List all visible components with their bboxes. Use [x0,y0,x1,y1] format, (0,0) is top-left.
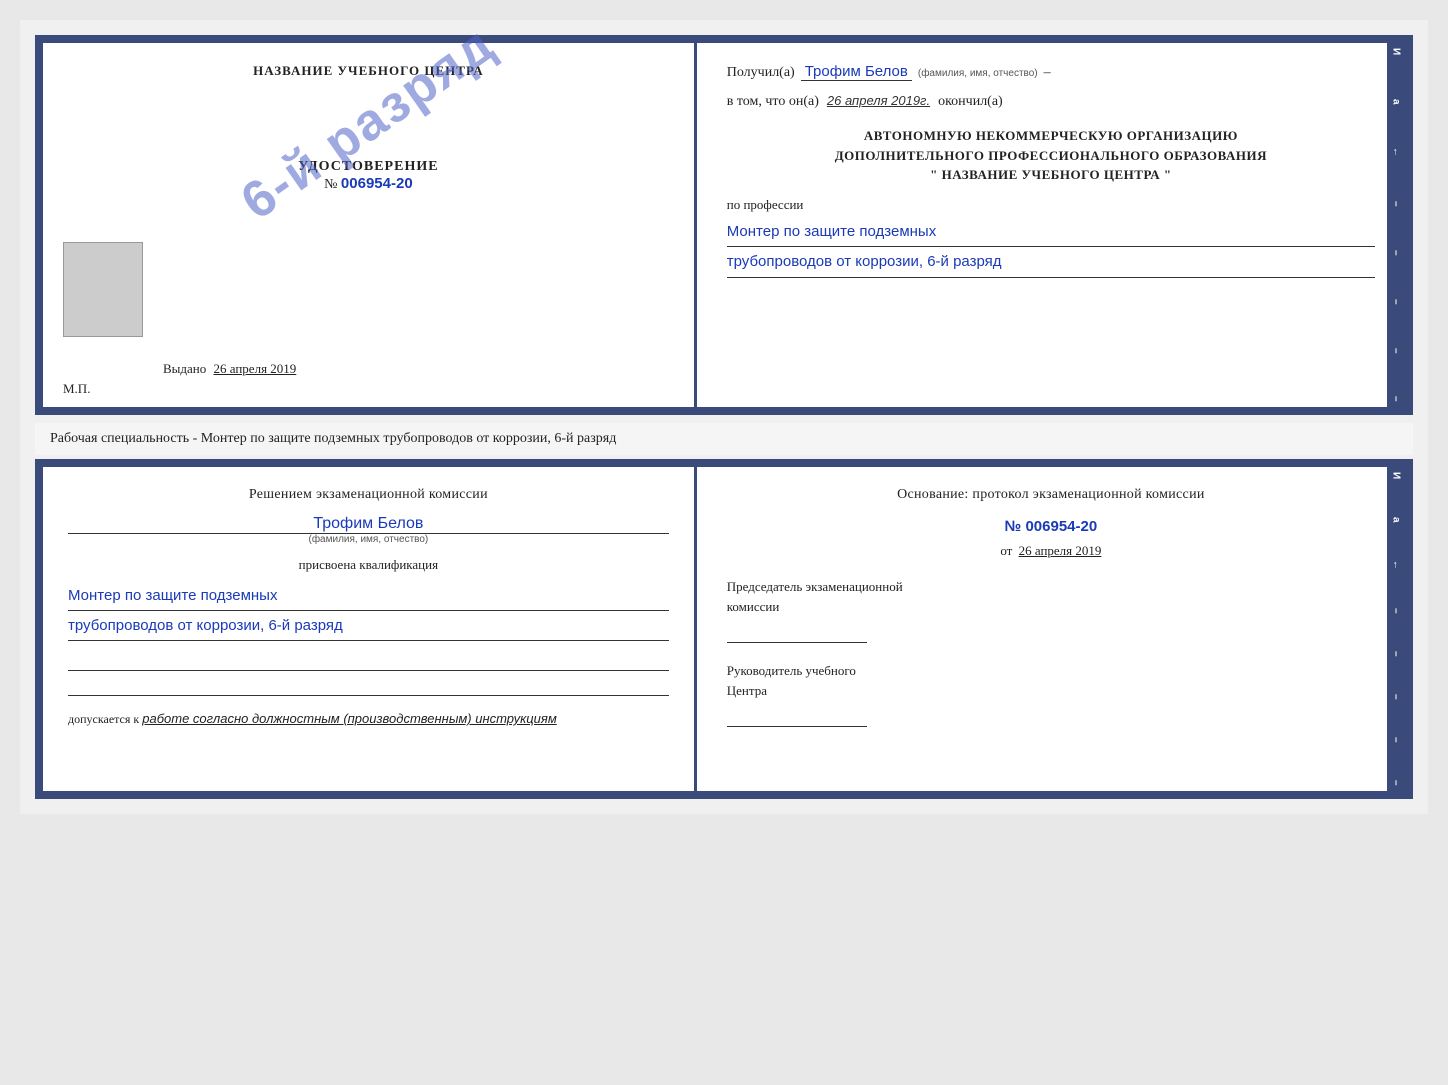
rukovoditel-block: Руководитель учебного Центра [727,663,1375,727]
empty-line-2 [68,676,669,696]
deco-letter-a: а [1390,99,1401,105]
profession-line1: Монтер по защите подземных [727,217,1375,248]
rukovoditel-signature-line [727,703,867,727]
vydano-prefix: Выдано [163,361,206,376]
deco-letter-arrow: ← [1390,147,1401,157]
rukovoditel-label-2: Центра [727,683,1375,699]
prisvoena-text: присвоена квалификация [68,557,669,573]
org-text-block: АВТОНОМНУЮ НЕКОММЕРЧЕСКУЮ ОРГАНИЗАЦИЮ ДО… [727,126,1375,185]
page-wrapper: НАЗВАНИЕ УЧЕБНОГО ЦЕНТРА 6-й разряд УДОС… [20,20,1428,814]
protocol-date-prefix: от [1000,543,1012,558]
vydano-date: 26 апреля 2019 [214,361,297,376]
deco-letter-a-b: а [1390,517,1401,523]
org-line2: ДОПОЛНИТЕЛЬНОГО ПРОФЕССИОНАЛЬНОГО ОБРАЗО… [727,146,1375,166]
cert-right: Получил(а) Трофим Белов (фамилия, имя, о… [697,43,1405,407]
middle-text: Рабочая специальность - Монтер по защите… [35,423,1413,455]
deco-letter-dash1: – [1390,201,1401,207]
vtom-prefix: в том, что он(а) [727,94,819,110]
qualification-line1: Монтер по защите подземных [68,581,669,611]
deco-letter-dash2: – [1390,250,1401,256]
qualification-line2: трубопроводов от коррозии, 6-й разряд [68,611,669,641]
right-side-deco-bottom: И а ← – – – – – [1387,467,1405,791]
cert-number: 006954-20 [341,175,413,192]
deco-letter-dash2-b: – [1390,651,1401,657]
komissia-title: Решением экзаменационной комиссии [68,487,669,503]
photo-placeholder [63,242,143,337]
protocol-date: от 26 апреля 2019 [727,543,1375,559]
certificate-top: НАЗВАНИЕ УЧЕБНОГО ЦЕНТРА 6-й разряд УДОС… [35,35,1413,415]
fio-sublabel-top: (фамилия, имя, отчество) [918,68,1038,79]
vydano-line: Выдано 26 апреля 2019 [163,361,296,377]
fio-handwritten-top: Трофим Белов [801,63,912,81]
deco-letter-dash4: – [1390,348,1401,354]
cert-number-block: УДОСТОВЕРЕНИЕ № 006954-20 [298,159,438,193]
okonchil-text: окончил(а) [938,94,1003,110]
protocol-date-value: 26 апреля 2019 [1019,543,1102,558]
number-prefix: № [324,177,337,192]
fio-handwritten-bottom: Трофим Белов [68,515,669,534]
middle-text-content: Рабочая специальность - Монтер по защите… [50,431,616,446]
deco-letter-dash3-b: – [1390,694,1401,700]
empty-lines [68,651,669,696]
dopuskaetsya-text: работе согласно должностным (производств… [142,711,557,726]
stamp-diagonal: 6-й разряд [231,14,506,232]
profession-label: по профессии [727,197,1375,213]
cert-date-top: 26 апреля 2019г. [827,93,930,108]
deco-letter-i-b: И [1390,472,1401,479]
org-line3: " НАЗВАНИЕ УЧЕБНОГО ЦЕНТРА " [727,165,1375,185]
deco-letter-dash5-b: – [1390,780,1401,786]
right-side-deco-top: И а ← – – – – – [1387,43,1405,407]
deco-letter-dash4-b: – [1390,737,1401,743]
predsedatel-label-1: Председатель экзаменационной [727,579,1375,595]
poluchil-prefix: Получил(а) [727,65,795,81]
protocol-number: № 006954-20 [727,518,1375,535]
protocol-number-prefix: № [1005,518,1022,535]
dopuskaetsya-prefix: допускается к [68,712,139,726]
org-line1: АВТОНОМНУЮ НЕКОММЕРЧЕСКУЮ ОРГАНИЗАЦИЮ [727,126,1375,146]
deco-letter-dash5: – [1390,396,1401,402]
predsedatel-block: Председатель экзаменационной комиссии [727,579,1375,643]
rukovoditel-label-1: Руководитель учебного [727,663,1375,679]
date-line: в том, что он(а) 26 апреля 2019г. окончи… [727,93,1375,110]
qualification-handwritten: Монтер по защите подземных трубопроводов… [68,581,669,641]
certificate-bottom: Решением экзаменационной комиссии Трофим… [35,459,1413,799]
deco-letter-dash3: – [1390,299,1401,305]
cert-bottom-left: Решением экзаменационной комиссии Трофим… [43,467,697,791]
dash-top: – [1044,65,1051,81]
empty-line-1 [68,651,669,671]
predsedatel-signature-line [727,619,867,643]
dopuskaetsya: допускается к работе согласно должностны… [68,711,669,727]
protocol-number-value: 006954-20 [1025,518,1097,535]
deco-letter-i: И [1390,48,1401,55]
predsedatel-label-2: комиссии [727,599,1375,615]
osnovanie-title: Основание: протокол экзаменационной коми… [727,487,1375,503]
profession-handwritten: Монтер по защите подземных трубопроводов… [727,217,1375,278]
mp-label: М.П. [63,381,90,397]
fio-block-bottom: Трофим Белов (фамилия, имя, отчество) [68,515,669,545]
deco-letter-dash1-b: – [1390,608,1401,614]
fio-sublabel-bottom: (фамилия, имя, отчество) [68,534,669,545]
profession-line2: трубопроводов от коррозии, 6-й разряд [727,247,1375,278]
cert-bottom-right: Основание: протокол экзаменационной коми… [697,467,1405,791]
udostoverenie-label: УДОСТОВЕРЕНИЕ [298,159,438,175]
cert-left: НАЗВАНИЕ УЧЕБНОГО ЦЕНТРА 6-й разряд УДОС… [43,43,697,407]
org-title-top: НАЗВАНИЕ УЧЕБНОГО ЦЕНТРА [253,63,484,79]
deco-letter-arrow-b: ← [1390,560,1401,570]
received-line: Получил(а) Трофим Белов (фамилия, имя, о… [727,63,1375,81]
